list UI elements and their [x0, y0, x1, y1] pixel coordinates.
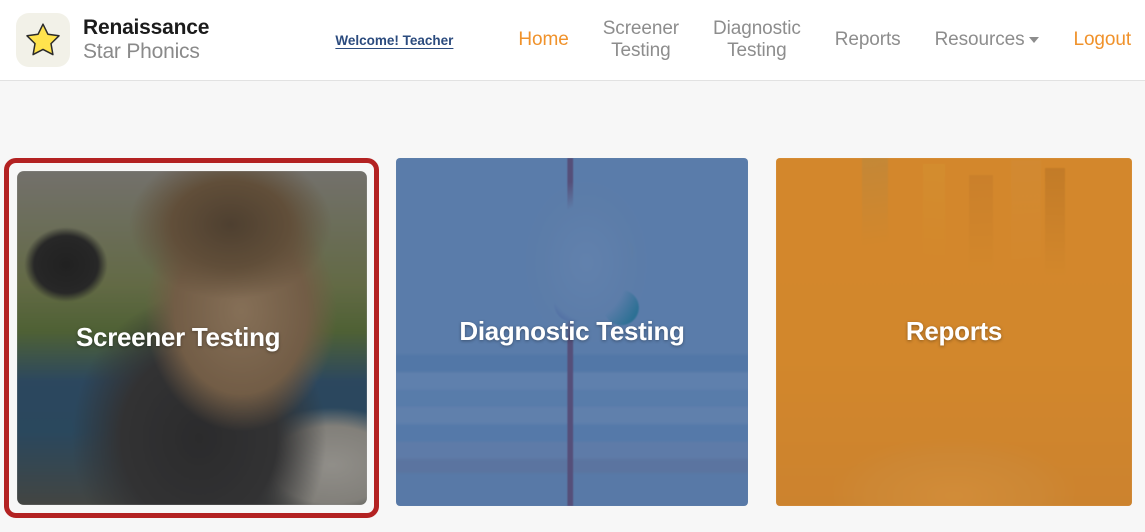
brand-text: Renaissance Star Phonics — [83, 16, 209, 65]
brand-logo[interactable]: Renaissance Star Phonics — [16, 13, 209, 67]
nav-item-logout[interactable]: Logout — [1056, 29, 1131, 51]
nav-item-home[interactable]: Home — [501, 29, 585, 51]
card-slot-screener-testing: Screener Testing — [0, 158, 379, 518]
card-label-screener-testing: Screener Testing — [76, 321, 281, 352]
card-diagnostic-testing[interactable]: Diagnostic Testing — [396, 158, 748, 506]
chevron-down-icon — [1029, 36, 1040, 43]
nav-item-resources-label: Resources — [934, 28, 1025, 50]
brand-name-secondary: Star Phonics — [83, 40, 200, 63]
card-slot-reports: Reports — [776, 158, 1132, 518]
dashboard-cards: Screener Testing Diagnostic Testing Repo… — [0, 158, 1145, 518]
nav-item-reports[interactable]: Reports — [818, 29, 918, 51]
brand-name-primary: Renaissance — [83, 15, 210, 39]
card-label-diagnostic-testing: Diagnostic Testing — [459, 315, 685, 346]
welcome-teacher-link[interactable]: Welcome! Teacher — [335, 33, 453, 48]
card-screener-testing[interactable]: Screener Testing — [17, 171, 367, 505]
main-content: Screener Testing Diagnostic Testing Repo… — [0, 81, 1145, 532]
nav-item-screener-testing[interactable]: Screener Testing — [586, 18, 696, 63]
card-reports[interactable]: Reports — [776, 158, 1132, 506]
site-header: Renaissance Star Phonics Welcome! Teache… — [0, 0, 1145, 81]
star-icon — [16, 13, 70, 67]
card-slot-diagnostic-testing: Diagnostic Testing — [396, 158, 748, 518]
nav-item-diagnostic-testing[interactable]: Diagnostic Testing — [696, 18, 818, 63]
card-label-reports: Reports — [905, 315, 1003, 346]
nav-item-resources[interactable]: Resources — [918, 29, 1057, 51]
main-navigation: Welcome! Teacher Home Screener Testing D… — [335, 18, 1131, 63]
